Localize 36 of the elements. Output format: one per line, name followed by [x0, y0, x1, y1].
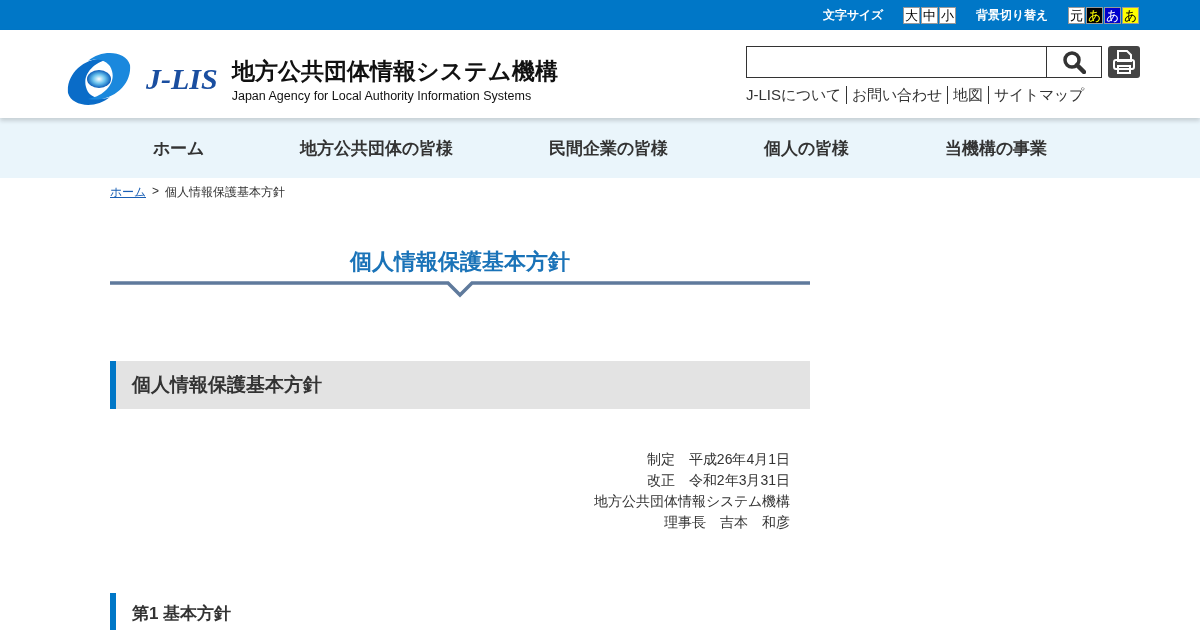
search-icon	[1062, 50, 1086, 74]
font-size-button[interactable]: 小	[939, 6, 956, 24]
print-button[interactable]	[1108, 46, 1140, 78]
nav-item[interactable]: 当機構の事業	[945, 136, 1047, 160]
nav-item[interactable]: ホーム	[153, 136, 204, 160]
background-button[interactable]: あ	[1104, 6, 1121, 24]
site-subtitle: Japan Agency for Local Authority Information Systems	[231, 88, 533, 103]
signature-line: 改正 令和2年3月31日	[646, 471, 790, 490]
utility-link[interactable]: お問い合わせ	[846, 86, 947, 104]
subsection-heading: 第1 基本方針	[110, 593, 810, 630]
utility-link[interactable]: サイトマップ	[988, 86, 1089, 104]
search-field[interactable]	[746, 46, 1102, 78]
utility-link[interactable]: 地図	[947, 86, 988, 104]
logo-text: J-LIS	[146, 62, 218, 96]
background-button[interactable]: 元	[1068, 6, 1085, 24]
printer-icon	[1112, 49, 1136, 75]
breadcrumb-link[interactable]: ホーム	[110, 184, 146, 201]
logo-icon	[66, 53, 132, 105]
nav-item[interactable]: 民間企業の皆様	[549, 136, 668, 160]
section-heading: 個人情報保護基本方針	[110, 361, 810, 409]
font-size-button[interactable]: 中	[921, 6, 938, 24]
background-label: 背景切り替え	[976, 6, 1048, 24]
signature-line: 制定 平成26年4月1日	[646, 450, 790, 469]
site-title: 地方公共団体情報システム機構	[231, 56, 558, 86]
signature-line: 地方公共団体情報システム機構	[594, 492, 790, 511]
background-button[interactable]: あ	[1086, 6, 1103, 24]
font-size-label: 文字サイズ	[823, 6, 883, 24]
utility-link[interactable]: J-LISについて	[746, 86, 846, 104]
font-size-button[interactable]: 大	[903, 6, 920, 24]
breadcrumb-current: 個人情報保護基本方針	[165, 184, 285, 201]
page-title: 個人情報保護基本方針	[350, 248, 570, 276]
nav-item[interactable]: 個人の皆様	[764, 136, 849, 160]
nav-item[interactable]: 地方公共団体の皆様	[300, 136, 453, 160]
background-button[interactable]: あ	[1122, 6, 1139, 24]
signature-line: 理事長 吉本 和彦	[664, 513, 790, 532]
breadcrumb-separator: >	[152, 184, 159, 200]
